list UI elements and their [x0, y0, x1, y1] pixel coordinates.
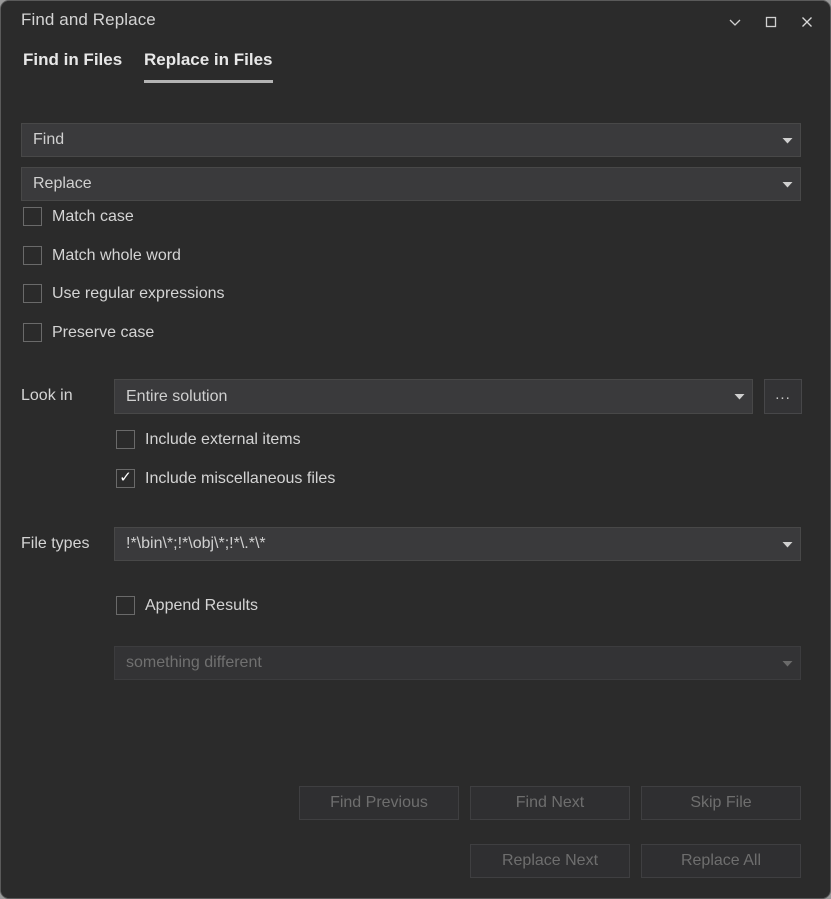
checkbox-use-regular-expressions[interactable]: Use regular expressions [23, 284, 225, 303]
checkbox-label: Use regular expressions [52, 285, 225, 303]
tab-find-in-files[interactable]: Find in Files [23, 43, 122, 89]
checkbox-box[interactable]: ✓ [116, 469, 135, 488]
tab-strip: Find in Files Replace in Files [1, 43, 830, 89]
replace-input-value: Replace [22, 175, 774, 193]
checkbox-append-results[interactable]: Append Results [116, 596, 258, 615]
find-previous-button-label: Find Previous [330, 794, 428, 812]
file-types-label: File types [21, 535, 89, 553]
tab-replace-in-files[interactable]: Replace in Files [144, 43, 273, 89]
window-title: Find and Replace [21, 10, 156, 30]
find-previous-button[interactable]: Find Previous [299, 786, 459, 820]
checkbox-match-whole-word[interactable]: Match whole word [23, 246, 181, 265]
replace-all-button[interactable]: Replace All [641, 844, 801, 878]
checkbox-box[interactable] [23, 246, 42, 265]
checkbox-label: Match case [52, 208, 134, 226]
dialog-body: Find Replace Match case Match whole word… [1, 89, 830, 899]
replace-next-button[interactable]: Replace Next [470, 844, 630, 878]
checkbox-label: Include external items [145, 431, 301, 449]
chevron-down-icon[interactable] [774, 137, 800, 144]
tab-find-in-files-label: Find in Files [23, 50, 122, 70]
chevron-down-icon[interactable] [726, 393, 752, 400]
checkbox-label: Match whole word [52, 247, 181, 265]
checkbox-include-miscellaneous-files[interactable]: ✓ Include miscellaneous files [116, 469, 335, 488]
checkbox-box[interactable] [23, 207, 42, 226]
checkbox-box[interactable] [116, 596, 135, 615]
replace-next-button-label: Replace Next [502, 852, 598, 870]
checkbox-box[interactable] [23, 284, 42, 303]
look-in-label: Look in [21, 387, 73, 405]
append-results-target-value: something different [115, 654, 774, 672]
close-icon[interactable] [788, 1, 826, 43]
checkmark-icon: ✓ [119, 470, 132, 485]
replace-input[interactable]: Replace [21, 167, 801, 201]
checkbox-label: Include miscellaneous files [145, 470, 335, 488]
look-in-value: Entire solution [115, 388, 726, 406]
browse-button[interactable]: ... [764, 379, 802, 414]
find-input[interactable]: Find [21, 123, 801, 157]
browse-button-label: ... [775, 391, 791, 399]
chevron-down-icon[interactable] [774, 541, 800, 548]
file-types-input[interactable]: !*\bin\*;!*\obj\*;!*\.*\* [114, 527, 801, 561]
find-next-button-label: Find Next [516, 794, 584, 812]
chevron-down-icon[interactable] [774, 181, 800, 188]
chevron-down-icon[interactable] [716, 1, 754, 43]
find-input-value: Find [22, 131, 774, 149]
skip-file-button[interactable]: Skip File [641, 786, 801, 820]
append-results-target-select: something different [114, 646, 801, 680]
checkbox-box[interactable] [116, 430, 135, 449]
checkbox-box[interactable] [23, 323, 42, 342]
tab-replace-in-files-label: Replace in Files [144, 50, 273, 70]
checkbox-include-external-items[interactable]: Include external items [116, 430, 301, 449]
replace-all-button-label: Replace All [681, 852, 761, 870]
find-and-replace-window: Find and Replace Find in Files Replace i… [0, 0, 831, 899]
skip-file-button-label: Skip File [690, 794, 751, 812]
checkbox-label: Preserve case [52, 324, 154, 342]
chevron-down-icon [774, 660, 800, 667]
find-next-button[interactable]: Find Next [470, 786, 630, 820]
look-in-select[interactable]: Entire solution [114, 379, 753, 414]
maximize-icon[interactable] [752, 1, 790, 43]
checkbox-match-case[interactable]: Match case [23, 207, 134, 226]
title-bar: Find and Replace [1, 1, 830, 43]
file-types-value: !*\bin\*;!*\obj\*;!*\.*\* [115, 535, 774, 553]
checkbox-preserve-case[interactable]: Preserve case [23, 323, 154, 342]
checkbox-label: Append Results [145, 597, 258, 615]
